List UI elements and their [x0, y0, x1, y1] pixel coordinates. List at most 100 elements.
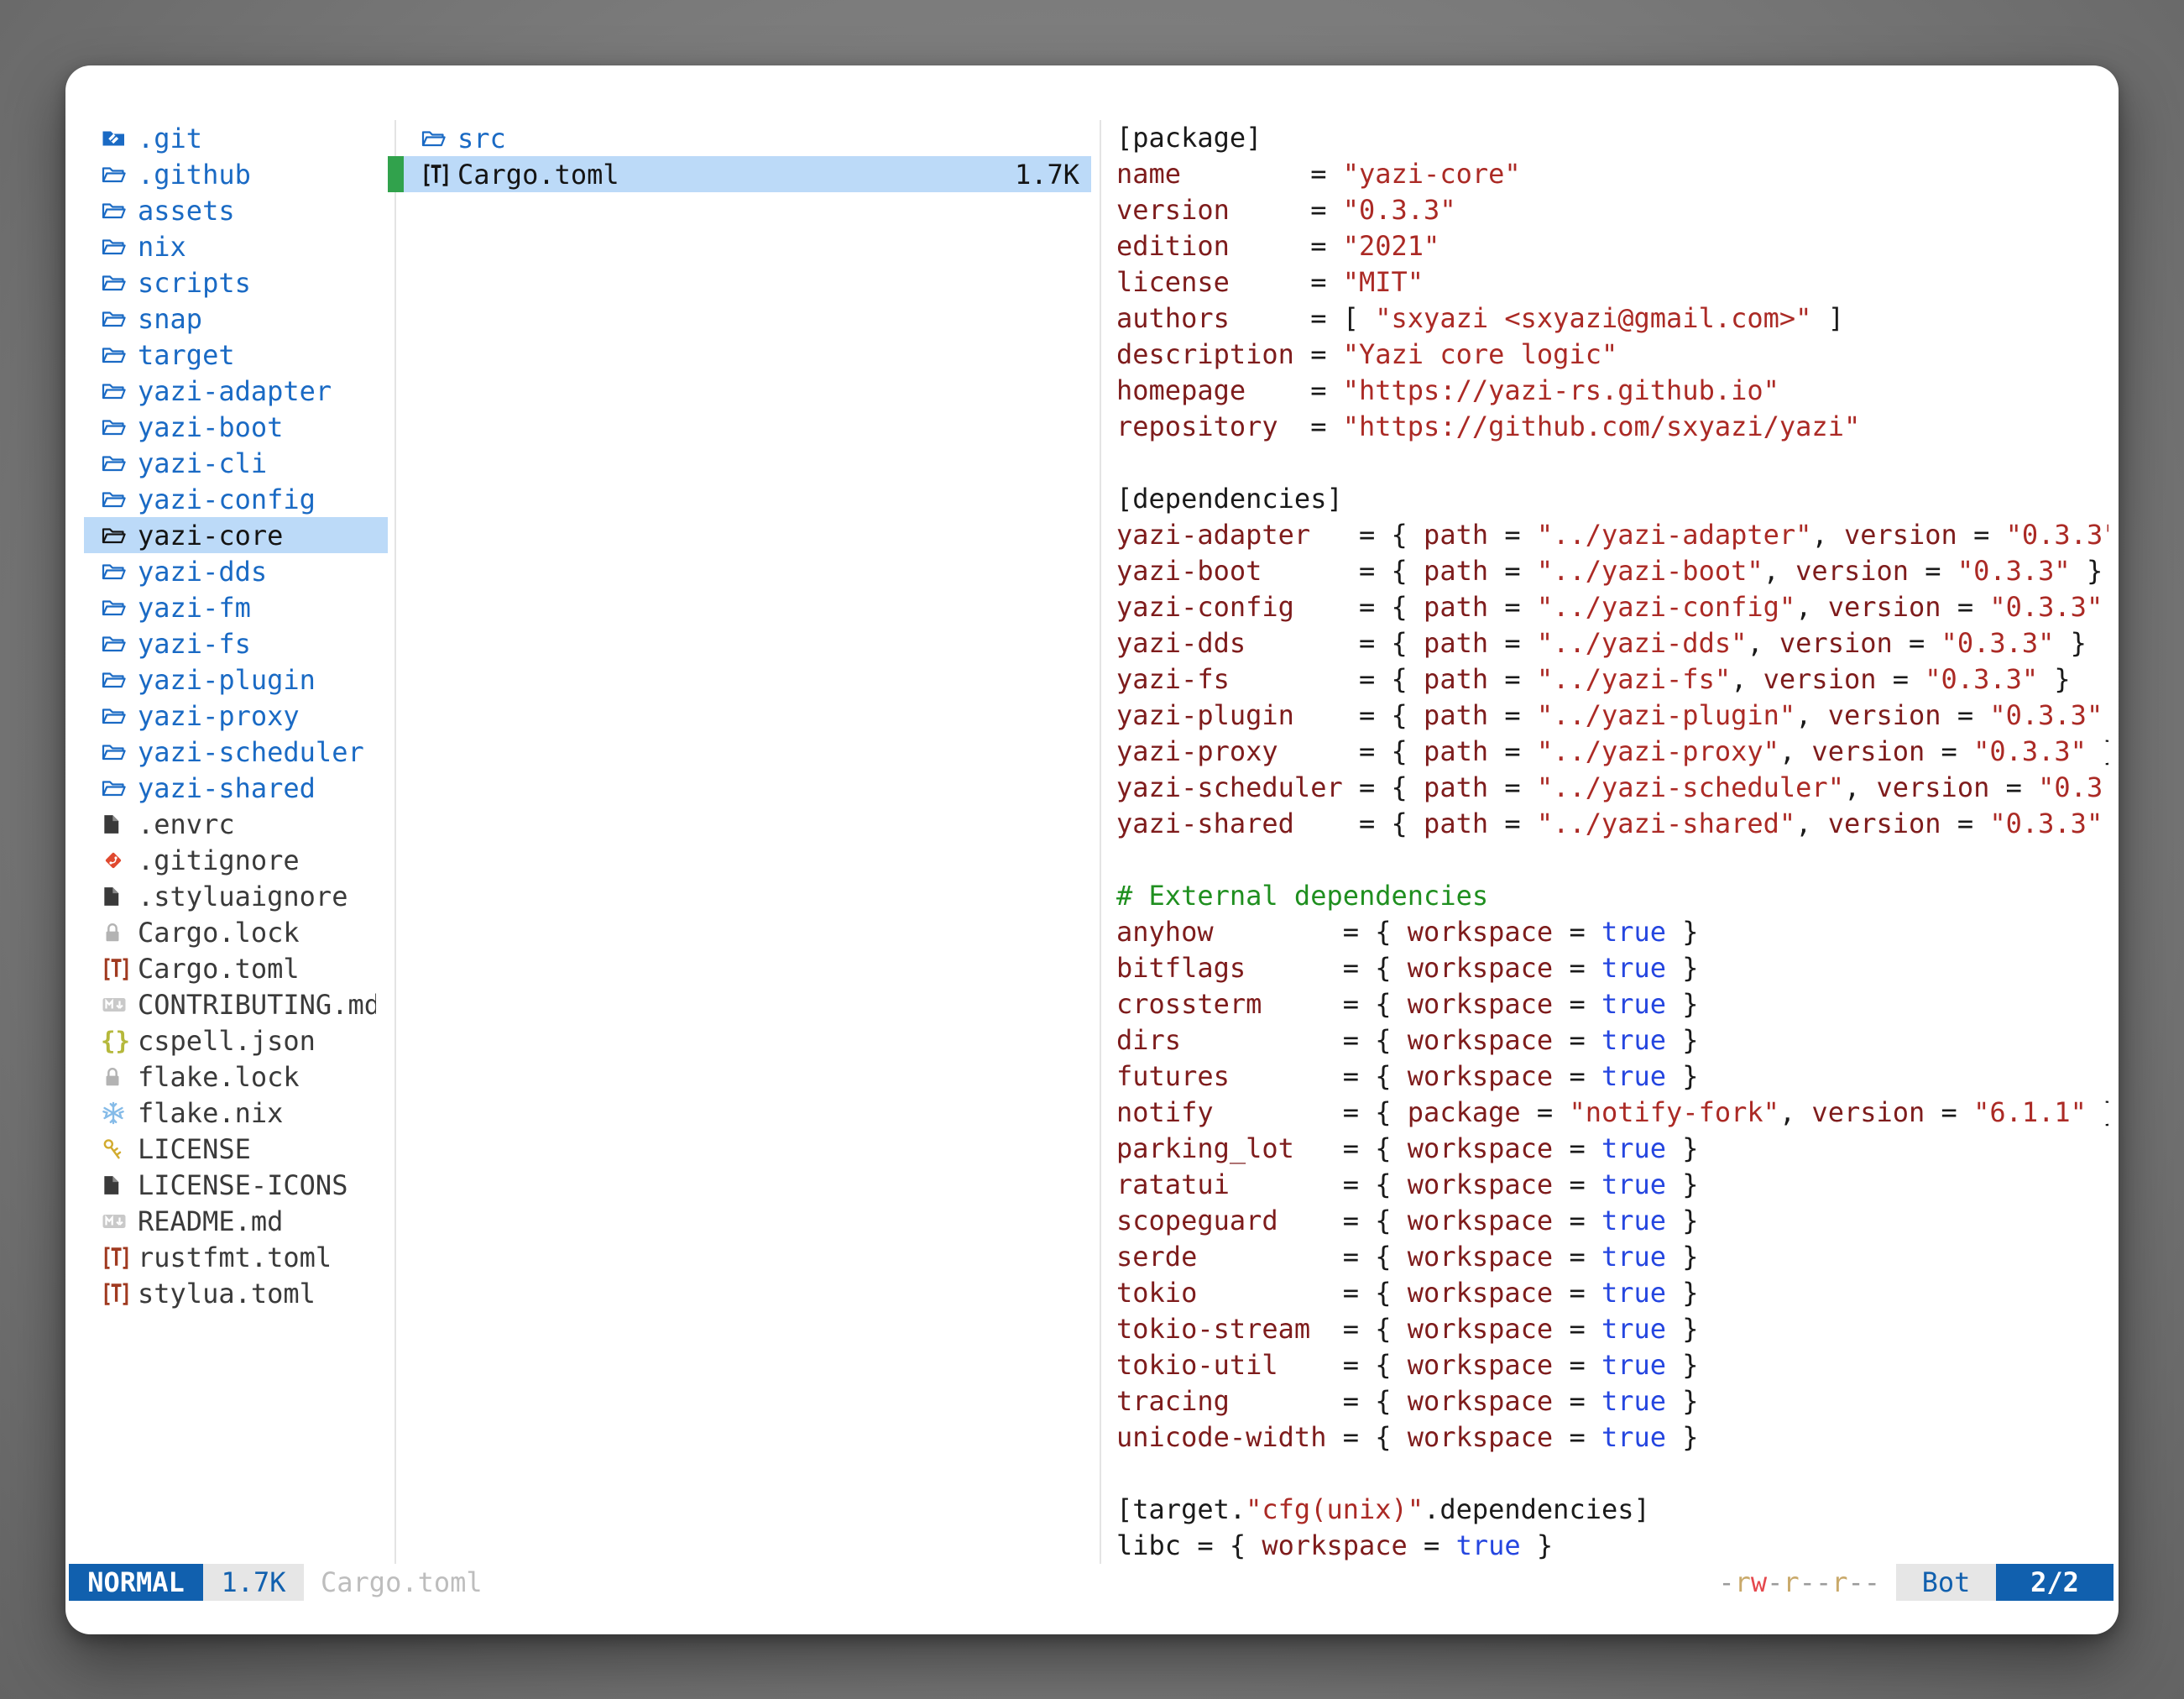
preview-line: crossterm = { workspace = true } [1116, 986, 2108, 1022]
sidebar-item-label: flake.lock [138, 1061, 300, 1093]
sidebar-item-contributing-md[interactable]: CONTRIBUTING.md [84, 986, 388, 1022]
preview-line: [package] [1116, 120, 2108, 156]
lock-icon [101, 1059, 128, 1095]
file-row-label: src [457, 123, 506, 154]
snowflake-icon [101, 1095, 128, 1131]
sidebar-item-label: README.md [138, 1205, 283, 1237]
folder-icon [101, 409, 128, 445]
pane-separator [394, 120, 396, 1564]
file-row-cargo-toml[interactable]: [T]Cargo.toml1.7K [404, 156, 1091, 192]
pane-separator [1100, 120, 1101, 1564]
preview-line: tokio-stream = { workspace = true } [1116, 1311, 2108, 1347]
sidebar-item-license-icons[interactable]: LICENSE-ICONS [84, 1167, 388, 1203]
toml-icon: [T] [101, 1275, 128, 1311]
sidebar-item-github[interactable]: .github [84, 156, 388, 192]
sidebar-item-label: yazi-dds [138, 556, 267, 588]
file-row-size: 1.7K [1015, 159, 1079, 191]
sidebar-item-yazi-core[interactable]: yazi-core [84, 517, 388, 553]
preview-line: yazi-dds = { path = "../yazi-dds", versi… [1116, 625, 2108, 661]
file-icon [101, 806, 128, 842]
preview-line: futures = { workspace = true } [1116, 1059, 2108, 1095]
folder-icon [101, 589, 128, 625]
status-left: NORMAL 1.7K Cargo.toml [69, 1564, 483, 1601]
sidebar-item-cspell-json[interactable]: {}cspell.json [84, 1022, 388, 1059]
preview-line: tokio-util = { workspace = true } [1116, 1347, 2108, 1383]
folder-icon [101, 445, 128, 481]
preview-line: tokio = { workspace = true } [1116, 1275, 2108, 1311]
sidebar-item-stylua-toml[interactable]: [T] stylua.toml [84, 1275, 388, 1311]
sidebar-item-yazi-fs[interactable]: yazi-fs [84, 625, 388, 661]
markdown-icon [101, 1203, 128, 1239]
sidebar-item-label: .envrc [138, 808, 235, 840]
sidebar-item-yazi-fm[interactable]: yazi-fm [84, 589, 388, 625]
preview-line: description = "Yazi core logic" [1116, 337, 2108, 373]
status-filename: Cargo.toml [321, 1566, 483, 1598]
sidebar-item-gitignore[interactable]: .gitignore [84, 842, 388, 878]
sidebar-item-styluaignore[interactable]: .styluaignore [84, 878, 388, 914]
preview-line: [target."cfg(unix)".dependencies] [1116, 1492, 2108, 1528]
folder-icon [101, 553, 128, 589]
sidebar-item-target[interactable]: target [84, 337, 388, 373]
sidebar-item-label: CONTRIBUTING.md [138, 989, 376, 1021]
sidebar-item-cargo-lock[interactable]: Cargo.lock [84, 914, 388, 950]
preview-line [1116, 445, 2108, 481]
sidebar-item-yazi-shared[interactable]: yazi-shared [84, 770, 388, 806]
sidebar-item-label: yazi-boot [138, 411, 283, 443]
sidebar-item-yazi-scheduler[interactable]: yazi-scheduler [84, 734, 388, 770]
sidebar-item-yazi-boot[interactable]: yazi-boot [84, 409, 388, 445]
sidebar-item-yazi-plugin[interactable]: yazi-plugin [84, 661, 388, 698]
sidebar-item-cargo-toml[interactable]: [T]Cargo.toml [84, 950, 388, 986]
sidebar-item-label: stylua.toml [138, 1278, 316, 1310]
folder-icon [421, 120, 447, 156]
yazi-window: .git.githubassetsnixscriptssnaptargetyaz… [65, 65, 2119, 1634]
sidebar-item-flake-nix[interactable]: flake.nix [84, 1095, 388, 1131]
sidebar-item-envrc[interactable]: .envrc [84, 806, 388, 842]
sidebar-item-readme-md[interactable]: README.md [84, 1203, 388, 1239]
key-icon [101, 1131, 128, 1167]
preview-line: license = "MIT" [1116, 264, 2108, 301]
folder-icon [101, 661, 128, 698]
sidebar-item-assets[interactable]: assets [84, 192, 388, 228]
sidebar-item-yazi-adapter[interactable]: yazi-adapter [84, 373, 388, 409]
sidebar-item-rustfmt-toml[interactable]: [T]rustfmt.toml [84, 1239, 388, 1275]
folder-icon [101, 698, 128, 734]
sidebar-item-label: Cargo.lock [138, 917, 300, 949]
sidebar-item-git[interactable]: .git [84, 120, 388, 156]
file-permissions: -rw-r--r-- [1718, 1566, 1880, 1598]
folder-icon [101, 301, 128, 337]
preview-line: authors = [ "sxyazi <sxyazi@gmail.com>" … [1116, 301, 2108, 337]
sidebar-item-snap[interactable]: snap [84, 301, 388, 337]
sidebar-item-scripts[interactable]: scripts [84, 264, 388, 301]
sidebar-item-label: yazi-scheduler [138, 736, 364, 768]
file-row-src[interactable]: src [404, 120, 1091, 156]
folder-icon [101, 734, 128, 770]
lock-icon [101, 914, 128, 950]
preview-line [1116, 842, 2108, 878]
preview-line: edition = "2021" [1116, 228, 2108, 264]
cursor-counter-badge: 2/2 [1996, 1564, 2113, 1601]
sidebar-item-yazi-cli[interactable]: yazi-cli [84, 445, 388, 481]
preview-line: name = "yazi-core" [1116, 156, 2108, 192]
folder-icon [101, 228, 128, 264]
sidebar-item-flake-lock[interactable]: flake.lock [84, 1059, 388, 1095]
sidebar-item-label: .styluaignore [138, 881, 347, 912]
preview-pane[interactable]: [package]name = "yazi-core"version = "0.… [1116, 120, 2108, 1564]
parent-pane: .git.githubassetsnixscriptssnaptargetyaz… [84, 120, 388, 1311]
sidebar-item-yazi-config[interactable]: yazi-config [84, 481, 388, 517]
sidebar-item-yazi-dds[interactable]: yazi-dds [84, 553, 388, 589]
sidebar-item-license[interactable]: LICENSE [84, 1131, 388, 1167]
sidebar-item-nix[interactable]: nix [84, 228, 388, 264]
folder-icon [101, 481, 128, 517]
preview-line: [dependencies] [1116, 481, 2108, 517]
toml-icon: [T] [101, 950, 128, 986]
folder-icon [101, 337, 128, 373]
sidebar-item-label: yazi-shared [138, 772, 316, 804]
file-icon [101, 1167, 128, 1203]
preview-line: scopeguard = { workspace = true } [1116, 1203, 2108, 1239]
git-icon [101, 842, 128, 878]
sidebar-item-label: flake.nix [138, 1097, 283, 1129]
folder-icon [101, 625, 128, 661]
preview-line: tracing = { workspace = true } [1116, 1383, 2108, 1419]
sidebar-item-yazi-proxy[interactable]: yazi-proxy [84, 698, 388, 734]
preview-line: unicode-width = { workspace = true } [1116, 1419, 2108, 1456]
